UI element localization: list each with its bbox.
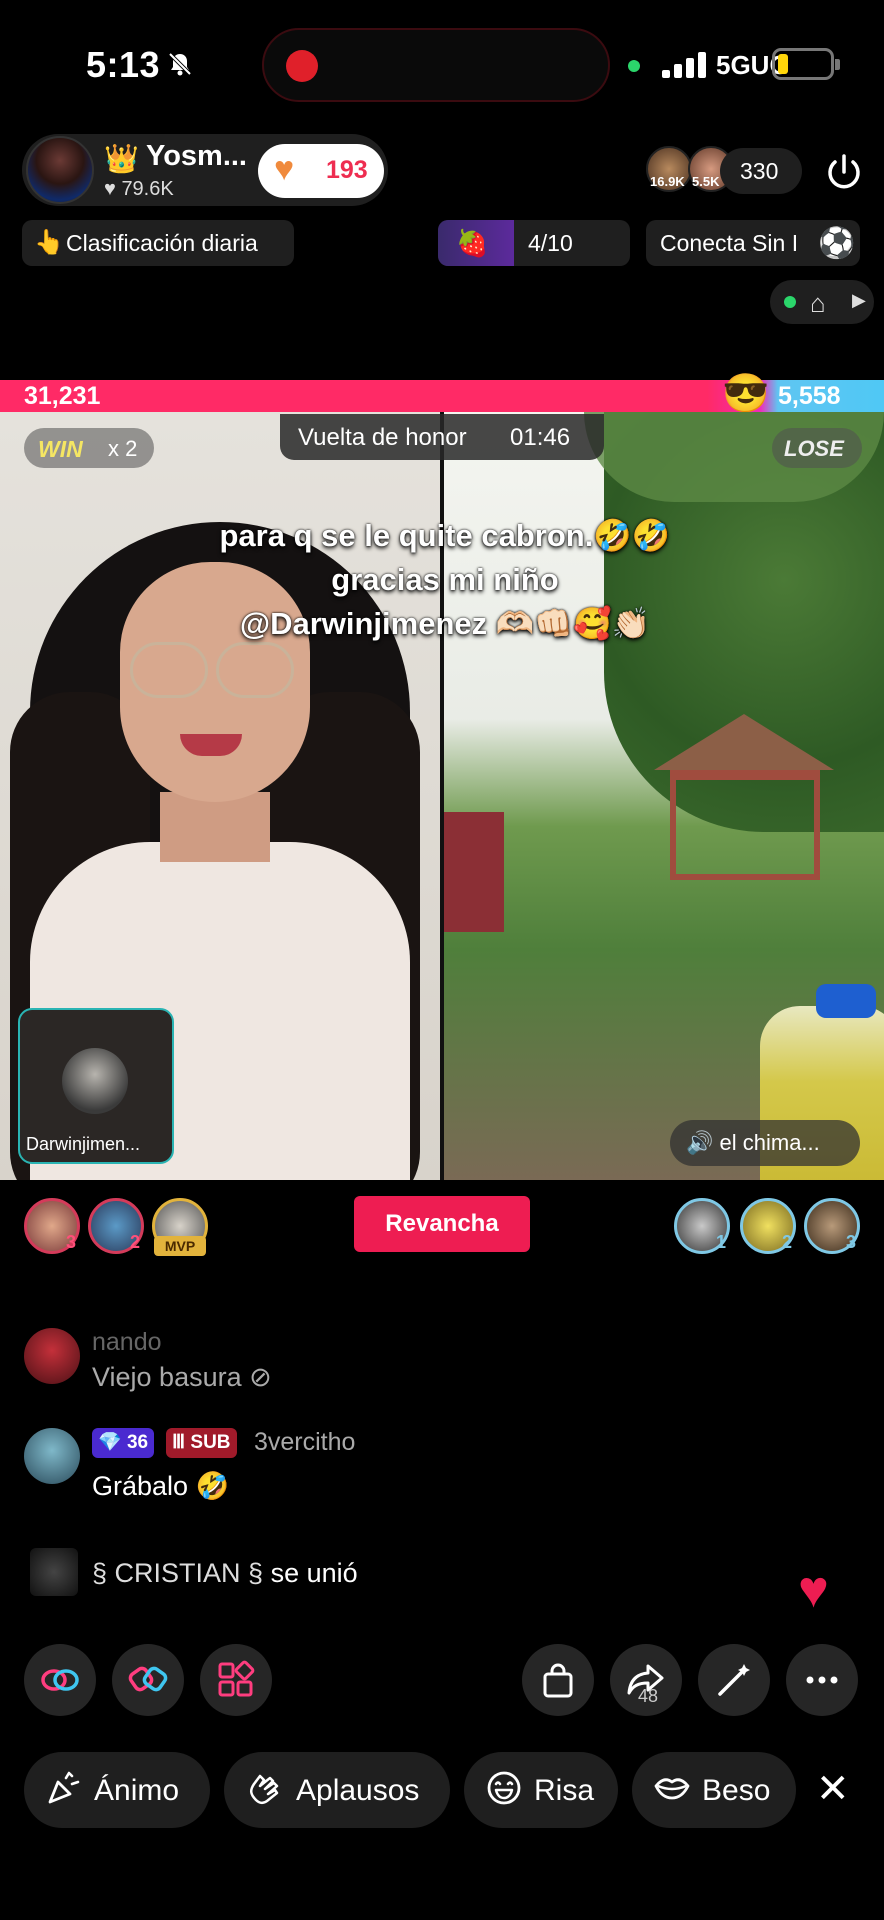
- more-options-button[interactable]: [786, 1644, 858, 1716]
- host-likes: ♥ 79.6K: [104, 178, 174, 201]
- chat-message: Grábalo 🤣: [92, 1471, 230, 1501]
- chat-username[interactable]: nando: [92, 1328, 162, 1357]
- overlay-message: para q se le quite cabron.🤣🤣 gracias mi …: [150, 514, 740, 646]
- video-glasses: [216, 642, 294, 698]
- reaction-label: Beso: [702, 1774, 771, 1807]
- heart-icon: ♥: [274, 150, 295, 188]
- video-barn: [444, 812, 504, 932]
- battle-timer: 01:46: [510, 424, 571, 451]
- right-score: 5,558: [778, 382, 841, 410]
- guest-avatar[interactable]: [62, 1048, 128, 1114]
- battle-button[interactable]: [112, 1644, 184, 1716]
- eye-hidden-icon[interactable]: ⊘: [249, 1362, 272, 1392]
- video-gazebo: [670, 770, 820, 880]
- chat-avatar[interactable]: [24, 1328, 80, 1384]
- grid-icon: [218, 1660, 255, 1697]
- subscriber-badge: Ⅲ SUB: [166, 1428, 237, 1458]
- join-notice: § CRISTIAN § se unió: [92, 1558, 358, 1589]
- join-text: se unió: [270, 1558, 358, 1588]
- level-badge: 💎 36: [92, 1428, 155, 1458]
- reaction-label: Aplausos: [296, 1774, 420, 1807]
- lips-icon: [654, 1778, 690, 1800]
- status-time: 5:13: [86, 44, 161, 85]
- link-battle-button[interactable]: [24, 1644, 96, 1716]
- strawberry-icon: 🍓: [456, 228, 489, 258]
- power-icon[interactable]: [822, 150, 866, 194]
- join-username[interactable]: § CRISTIAN §: [92, 1558, 263, 1588]
- mvp-badge: MVP: [154, 1236, 206, 1256]
- gifter-rank: 3: [66, 1232, 77, 1252]
- share-count: 48: [638, 1686, 659, 1706]
- shopping-bag-icon: [543, 1663, 573, 1698]
- sunglasses-emoji-icon: 😎: [722, 373, 770, 415]
- party-popper-icon: [48, 1771, 80, 1804]
- opponent-audio-label[interactable]: 🔊 el chima...: [686, 1130, 820, 1156]
- record-dot-icon: [286, 50, 318, 82]
- link-icon: [41, 1669, 79, 1691]
- overlay-line: gracias mi niño: [331, 562, 559, 597]
- floating-heart-icon: ♥: [798, 1561, 829, 1619]
- viewer-count: 330: [740, 158, 779, 184]
- level-number: 36: [126, 1432, 149, 1453]
- clapping-hands-icon: [250, 1774, 279, 1805]
- ellipsis-icon: [806, 1676, 838, 1684]
- battery-icon: [772, 48, 840, 80]
- connect-label: Conecta Sin I: [660, 230, 799, 256]
- host-likes-count: 79.6K: [121, 178, 174, 200]
- video-glasses: [130, 642, 208, 698]
- opponent-name: el chima...: [719, 1130, 820, 1155]
- guest-name: Darwinjimen...: [26, 1134, 141, 1154]
- top-viewer-badge: 16.9K: [650, 174, 685, 189]
- reaction-label: Ánimo: [94, 1774, 180, 1807]
- crown-icon: 👑: [104, 143, 139, 174]
- video-jug-cap: [816, 984, 876, 1018]
- heart-small-icon: ♥: [104, 178, 122, 200]
- left-score: 31,231: [24, 382, 101, 410]
- video-neck: [160, 792, 270, 862]
- chevron-right-icon[interactable]: ▶: [852, 290, 866, 311]
- win-multiplier: x 2: [108, 436, 138, 461]
- lose-label: LOSE: [784, 436, 844, 461]
- video-gazebo-roof: [654, 714, 834, 770]
- chat-text: Viejo basura: [92, 1362, 242, 1392]
- laughing-face-icon: [487, 1771, 521, 1805]
- soccer-ball-icon: ⚽: [818, 227, 856, 260]
- boxing-gloves-icon: [128, 1666, 168, 1692]
- chat-username[interactable]: 3vercitho: [254, 1428, 355, 1457]
- gifter-rank: 2: [130, 1232, 141, 1252]
- subscriber-label: SUB: [190, 1432, 231, 1453]
- signal-icon: [662, 50, 706, 78]
- task-progress: 4/10: [528, 230, 573, 256]
- magic-wand-icon: [718, 1664, 750, 1696]
- shop-button[interactable]: [522, 1644, 594, 1716]
- rematch-button[interactable]: Revancha: [354, 1196, 530, 1252]
- gifter-rank: 2: [782, 1232, 793, 1252]
- live-dot: [784, 296, 796, 308]
- effects-button[interactable]: [698, 1644, 770, 1716]
- chat-avatar[interactable]: [30, 1548, 78, 1596]
- close-reactions-icon[interactable]: ✕: [816, 1766, 850, 1812]
- bell-muted-icon: [168, 52, 192, 76]
- win-label: WIN: [38, 436, 83, 462]
- gifter-rank: 3: [846, 1232, 857, 1252]
- battle-phase-label: Vuelta de honor: [298, 424, 467, 451]
- chat-avatar[interactable]: [24, 1428, 80, 1484]
- more-features-button[interactable]: [200, 1644, 272, 1716]
- overlay-line: para q se le quite cabron.🤣🤣: [219, 518, 671, 553]
- chat-message: Viejo basura ⊘: [92, 1362, 272, 1393]
- thumbs-up-icon: 👆: [34, 229, 64, 256]
- top-viewer-badge: 5.5K: [692, 174, 720, 189]
- speaker-icon: 🔊: [686, 1130, 720, 1155]
- camera-in-use-dot: [628, 60, 640, 72]
- host-avatar[interactable]: [26, 136, 94, 204]
- gifter-rank: 1: [716, 1232, 727, 1252]
- home-icon[interactable]: ⌂: [810, 288, 826, 319]
- reaction-label: Risa: [534, 1774, 595, 1807]
- host-name[interactable]: Yosm...: [146, 140, 247, 173]
- dynamic-island-recording: [262, 28, 610, 102]
- overlay-line: @Darwinjimenez 🫶🏻👊🏻🥰👏🏻: [239, 606, 651, 641]
- follow-count: 193: [326, 156, 368, 184]
- daily-ranking-label: Clasificación diaria: [66, 230, 258, 256]
- task-image: 🍓: [438, 220, 514, 266]
